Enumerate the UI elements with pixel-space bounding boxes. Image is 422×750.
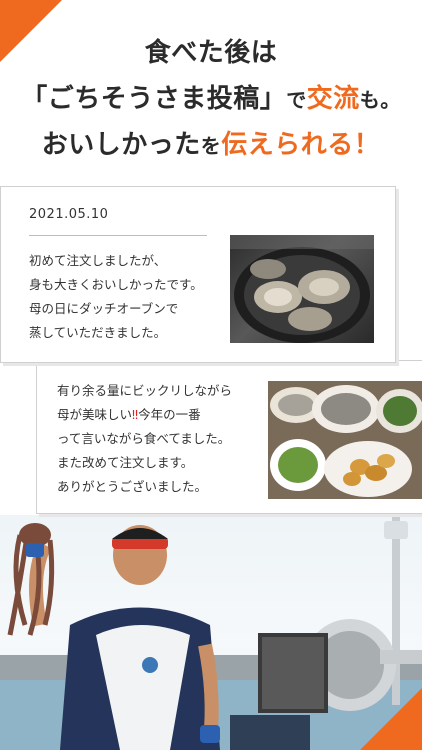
review-card-1: 2021.05.10 初めて注文しましたが、 身も大きくおいしかったです。 母の… (0, 186, 396, 363)
review-card-2: 有り余る量にビックリしながら 母が美味しい‼今年の一番 って言いながら食べてまし… (36, 360, 422, 514)
headline-text: で (286, 88, 307, 112)
review-line: って言いながら食べてました。 (57, 431, 231, 446)
review-line: 初めて注文しましたが、 (29, 253, 167, 268)
fisherman-photo (0, 515, 422, 750)
divider (29, 235, 207, 236)
review-text: 初めて注文しましたが、 身も大きくおいしかったです。 母の日にダッチオーブンで … (29, 249, 203, 345)
oyster-illustration (230, 235, 374, 343)
headline-text: 「ごちそうさま投稿」 (21, 84, 287, 114)
review-line: 有り余る量にビックリしながら (57, 383, 233, 398)
headline-accent: 伝えられる！ (221, 130, 381, 160)
review-line: また改めて注文します。 (57, 455, 194, 470)
dishes-photo (268, 381, 422, 499)
review-line: 身も大きくおいしかったです。 (29, 277, 203, 292)
headline-line-3: おいしかったを伝えられる！ (0, 122, 422, 168)
dishes-illustration (268, 381, 422, 499)
corner-accent-bottom-right (360, 688, 422, 750)
fisherman-illustration (0, 515, 422, 750)
oyster-photo (230, 235, 374, 343)
review-date: 2021.05.10 (29, 207, 109, 222)
review-text: 有り余る量にビックリしながら 母が美味しい‼今年の一番 って言いながら食べてまし… (57, 379, 232, 499)
review-line: 母の日にダッチオーブンで (29, 301, 179, 316)
headline-text: を (200, 134, 222, 158)
headline: 食べた後は 「ごちそうさま投稿」で交流も。 おいしかったを伝えられる！ (0, 30, 422, 168)
review-text-fragment: 母が美味しい (57, 407, 133, 422)
review-line: 蒸していただきました。 (29, 325, 167, 340)
headline-text: 食べた後は (144, 38, 278, 68)
headline-line-2: 「ごちそうさま投稿」で交流も。 (0, 76, 422, 122)
review-line: ありがとうございました。 (57, 479, 208, 494)
headline-text: も。 (359, 88, 401, 112)
review-line: 母が美味しい‼今年の一番 (57, 403, 232, 427)
headline-line-1: 食べた後は (0, 30, 422, 76)
review-text-fragment: 今年の一番 (138, 407, 201, 422)
headline-accent: 交流 (306, 84, 360, 114)
headline-text: おいしかった (41, 130, 201, 160)
